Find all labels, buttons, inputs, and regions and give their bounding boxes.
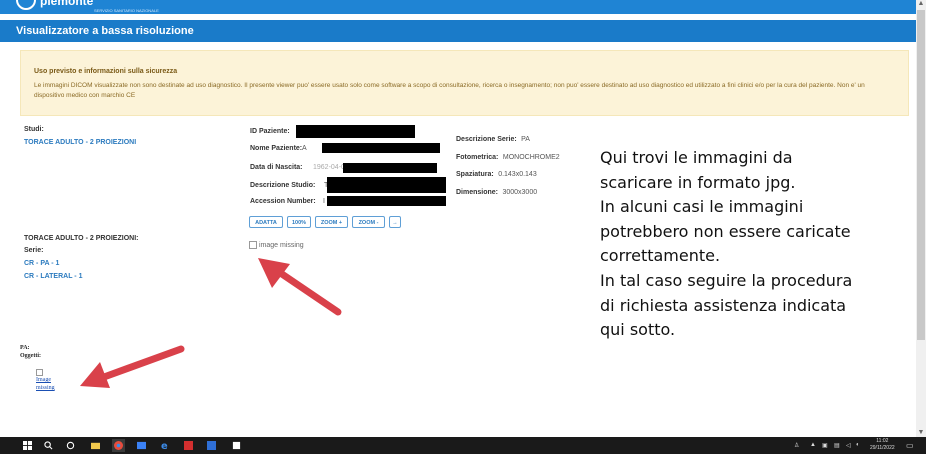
photometric-value: MONOCHROME2 [502, 154, 560, 161]
ime-icon[interactable]: ◐ [856, 442, 860, 448]
scrollbar-thumb[interactable] [917, 10, 925, 340]
series-link-pa[interactable]: CR - PA - 1 [24, 260, 59, 267]
volume-icon[interactable]: ◁ [846, 442, 851, 449]
pa-label: PA: [20, 345, 30, 351]
series-description-value: PA [521, 136, 530, 143]
thumbnail-alt-1: Image [36, 377, 51, 383]
thumbnail-broken-image-icon [36, 369, 43, 376]
redacted-accession-number [327, 196, 446, 206]
brand-bar: piemonte SERVIZIO SANITARIO NAZIONALE [0, 0, 916, 14]
app-icon-blue[interactable] [207, 441, 216, 450]
fit-button[interactable]: ADATTA [249, 216, 283, 228]
object-thumbnail-link[interactable]: Image missing [36, 369, 55, 392]
scroll-down-icon[interactable]: ▼ [917, 429, 925, 437]
dimension-value: 3000x3000 [502, 189, 538, 196]
patient-name-label: Nome Paziente: [250, 145, 303, 152]
brand-tagline: SERVIZIO SANITARIO NAZIONALE [94, 8, 159, 13]
windows-taskbar: e ♙ ▲ ▣ ▤ ◁ ◐ 11:02 29/11/2022 ▭ [0, 437, 926, 454]
mail-icon[interactable] [137, 441, 146, 450]
dimension: Dimensione: 3000x3000 [456, 181, 537, 199]
network-icon[interactable]: ▤ [834, 442, 840, 449]
main-image-alt: image missing [258, 241, 304, 249]
redacted-patient-id [296, 125, 415, 138]
callout-line: di richiesta assistenza indicata [600, 295, 847, 315]
birth-date-label: Data di Nascita: [250, 164, 303, 171]
warning-text: Le immagini DICOM visualizzate non sono … [34, 82, 865, 99]
spacing: Spaziatura: 0.143x0.143 [456, 163, 537, 181]
tray-chevron-up-icon[interactable]: ▲ [810, 442, 816, 448]
file-explorer-icon[interactable] [91, 441, 100, 450]
app-icon-white[interactable] [232, 441, 241, 450]
chrome-icon-active-bg[interactable] [112, 439, 125, 452]
warning-title: Uso previsto e informazioni sulla sicure… [34, 68, 178, 75]
svg-text:e: e [161, 441, 168, 450]
spacing-label: Spaziatura: [456, 171, 494, 178]
notifications-icon[interactable]: ▭ [906, 441, 914, 450]
safety-warning-box: Uso previsto e informazioni sulla sicure… [20, 50, 909, 116]
callout-line: Qui trovi le immagini da [600, 148, 793, 167]
red-arrow-thumbnail [80, 345, 185, 388]
photometric: Fotometrica: MONOCHROME2 [456, 146, 560, 164]
next-arrow-button[interactable]: → [389, 216, 401, 228]
callout-line: qui sotto. [600, 320, 676, 340]
zoom-in-button[interactable]: ZOOM + [315, 216, 348, 228]
redacted-birth-date [343, 163, 437, 173]
callout-line: correttamente. [600, 246, 721, 266]
scroll-up-icon[interactable]: ▲ [917, 0, 925, 8]
callout-line: potrebbero non essere caricate [600, 221, 851, 241]
study-link[interactable]: TORACE ADULTO - 2 PROIEZIONI [24, 139, 136, 146]
accession-number-label: Accession Number: [250, 198, 316, 205]
patient-id-label: ID Paziente: [250, 128, 290, 135]
instruction-callout: Qui trovi le immagini da scaricare in fo… [600, 146, 900, 343]
page-title: Visualizzatore a bassa risoluzione [16, 25, 194, 37]
redacted-study-description [327, 177, 446, 193]
clock-date: 29/11/2022 [870, 445, 895, 451]
main-image: image missing [249, 241, 304, 249]
redacted-patient-name [322, 143, 440, 153]
windows-start-icon[interactable] [23, 441, 32, 450]
series-description-label: Descrizione Serie: [456, 136, 517, 143]
photometric-label: Fotometrica: [456, 154, 499, 161]
studies-label: Studi: [24, 126, 44, 133]
clock-time: 11:02 [876, 438, 889, 444]
callout-line: In alcuni casi le immagini [600, 197, 804, 217]
series-label: Serie: [24, 247, 44, 254]
broken-image-icon [249, 241, 257, 249]
vertical-scrollbar[interactable]: ▲ ▼ [916, 0, 926, 437]
people-icon[interactable]: ♙ [794, 442, 799, 449]
objects-label: Oggetti: [20, 353, 41, 359]
series-study-title: TORACE ADULTO - 2 PROIEZIONI: [24, 235, 139, 242]
spacing-value: 0.143x0.143 [498, 171, 537, 178]
zoom-out-button[interactable]: ZOOM - [352, 216, 385, 228]
callout-line: In tal caso seguire la procedura [600, 270, 853, 290]
series-description: Descrizione Serie: PA [456, 128, 530, 146]
pdf-reader-icon[interactable] [184, 441, 193, 450]
callout-line: scaricare in formato jpg. [600, 172, 796, 192]
study-description-label: Descrizione Studio: [250, 182, 316, 189]
series-link-lateral[interactable]: CR - LATERAL - 1 [24, 273, 82, 280]
task-view-icon[interactable] [66, 441, 75, 450]
thumbnail-alt-2: missing [36, 385, 55, 391]
tray-app-icon[interactable]: ▣ [822, 442, 828, 449]
patient-name-value: A [302, 145, 307, 152]
zoom-100-button[interactable]: 100% [287, 216, 311, 228]
accession-number-value: I [323, 198, 325, 205]
edge-icon[interactable]: e [161, 441, 170, 450]
brand-name: piemonte [40, 0, 94, 8]
red-arrow-main-image [258, 258, 342, 316]
search-icon[interactable] [44, 441, 53, 450]
viewer-title-bar: Visualizzatore a bassa risoluzione [0, 20, 916, 42]
logo-icon [16, 0, 36, 10]
system-clock[interactable]: 11:02 29/11/2022 [870, 438, 895, 452]
dimension-label: Dimensione: [456, 189, 499, 196]
chrome-icon [114, 441, 123, 450]
